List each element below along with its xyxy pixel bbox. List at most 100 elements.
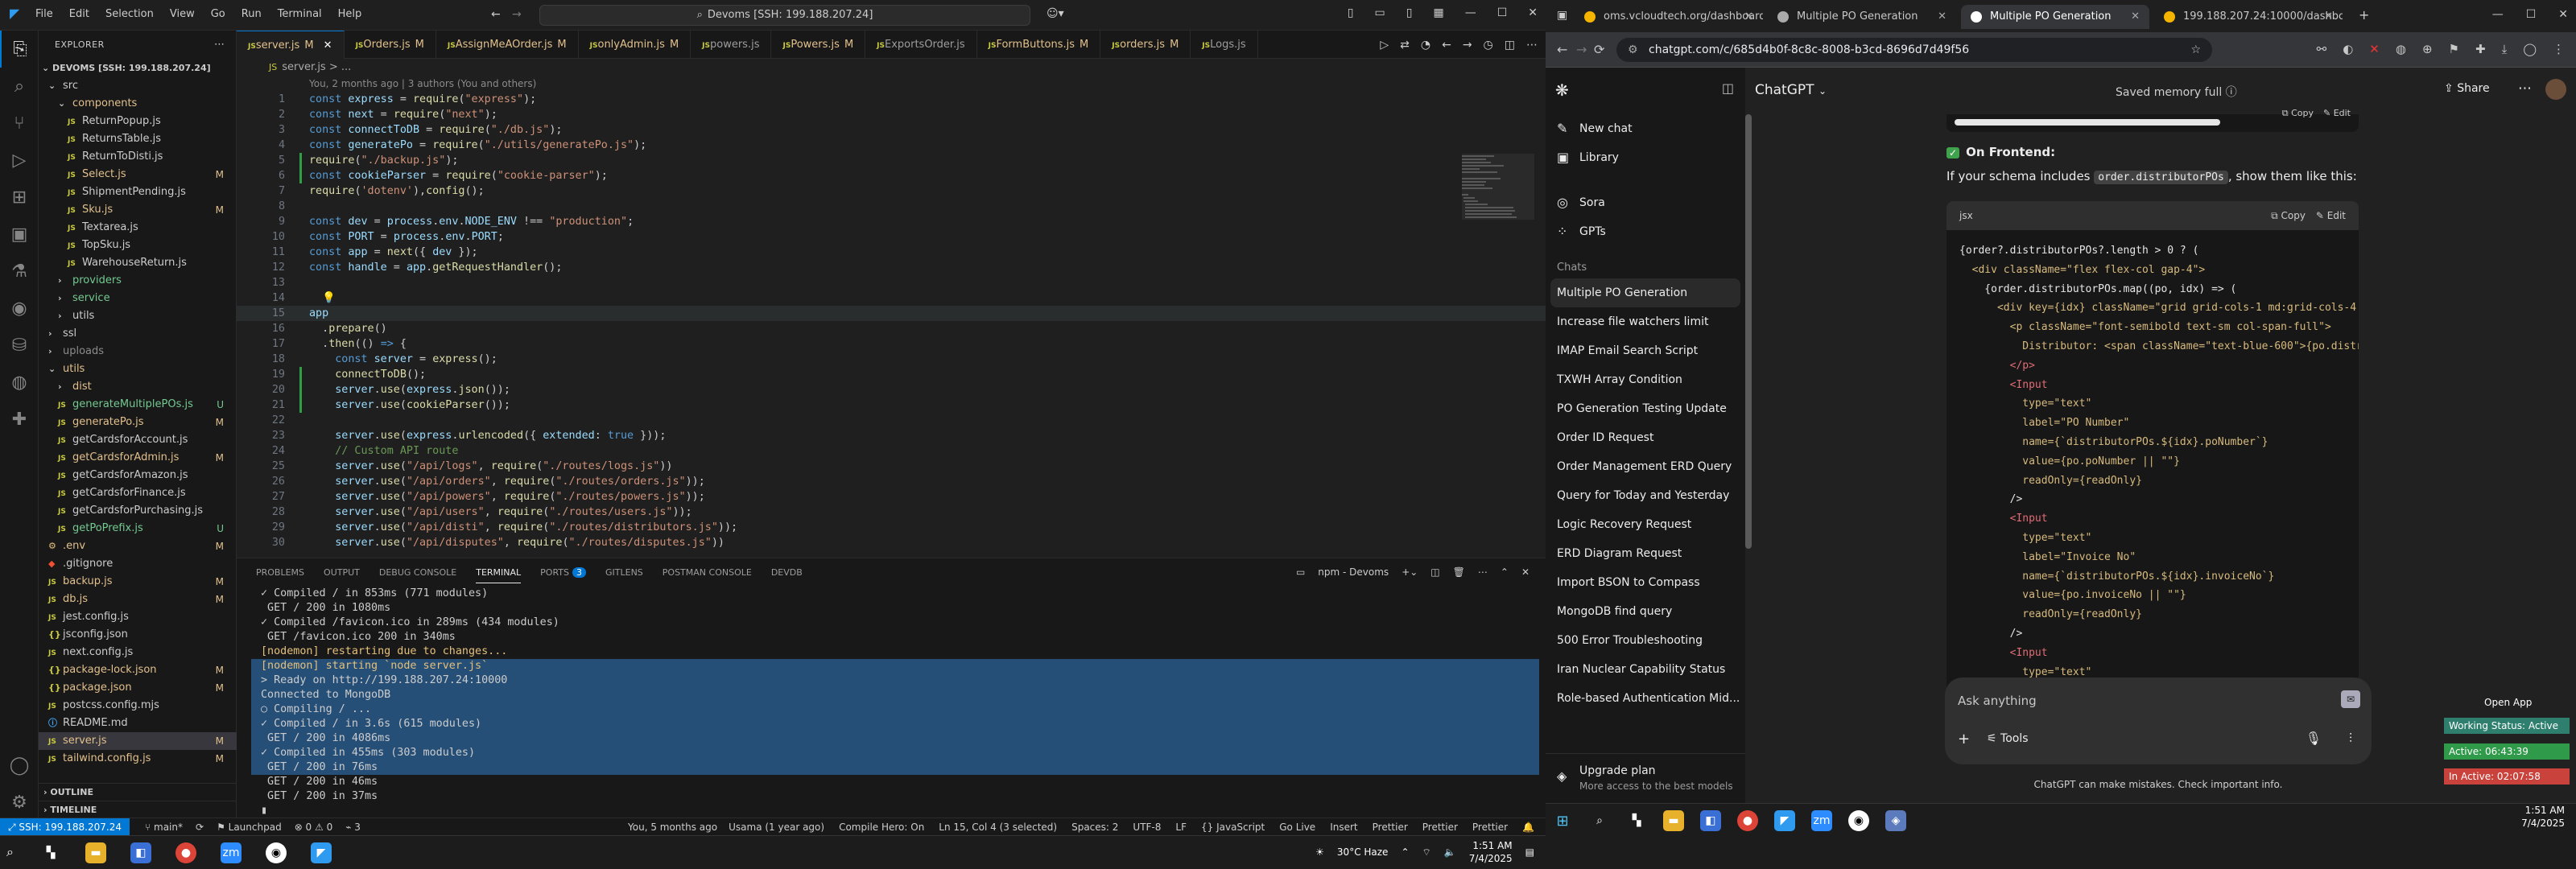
- nav-gpts[interactable]: ⁘ GPTs: [1546, 217, 1745, 246]
- extension-icon-6[interactable]: ⚑: [2449, 42, 2459, 56]
- tree-item[interactable]: JS generateMultiplePOs.js U: [39, 396, 237, 414]
- chat-history-item[interactable]: MongoDB find query: [1546, 597, 1745, 626]
- extension-icon-4[interactable]: ◍: [2396, 42, 2406, 56]
- url-field[interactable]: ⚙ chatgpt.com/c/685d4b0f-8c8c-8008-b3cd-8…: [1616, 38, 2212, 62]
- vscode-taskbar-icon[interactable]: ◤: [1774, 810, 1795, 831]
- eol[interactable]: LF: [1175, 822, 1187, 833]
- chat-history-item[interactable]: Increase file watchers limit: [1546, 307, 1745, 336]
- tools-button[interactable]: ⚟ Tools: [1987, 732, 2029, 745]
- maximize-icon[interactable]: ☐: [1497, 6, 1508, 19]
- tree-item[interactable]: JS next.config.js: [39, 644, 237, 661]
- site-info-icon[interactable]: ⚙: [1628, 38, 1638, 62]
- run-debug-icon[interactable]: ▷: [0, 142, 39, 179]
- minimap[interactable]: [1462, 154, 1534, 274]
- author-status[interactable]: Usama (1 year ago): [729, 822, 824, 833]
- volume-icon[interactable]: 🔈: [1444, 846, 1456, 858]
- forward-icon[interactable]: →: [1576, 42, 1587, 57]
- tree-item[interactable]: JS Select.js M: [39, 166, 237, 183]
- open-app-button[interactable]: Open App: [2484, 697, 2532, 708]
- menu-help[interactable]: Help: [338, 8, 362, 20]
- new-tab-icon[interactable]: +: [2359, 9, 2369, 22]
- tab-powers-js[interactable]: JS powers.js: [691, 31, 772, 59]
- outline-section[interactable]: › OUTLINE: [39, 783, 237, 801]
- command-center[interactable]: ⌕ Devoms [SSH: 199.188.207.24]: [539, 5, 1030, 26]
- go-live-button[interactable]: Go Live: [1279, 822, 1315, 833]
- launchpad-item[interactable]: ⚑ Launchpad: [217, 822, 282, 833]
- tree-item[interactable]: JS db.js M: [39, 591, 237, 608]
- panel-tab-problems[interactable]: PROBLEMS: [256, 567, 304, 578]
- weather-text[interactable]: 30°C Haze: [1337, 846, 1389, 858]
- explorer-icon[interactable]: ⎘: [0, 31, 39, 68]
- close-sidebar-icon[interactable]: ◫: [1722, 82, 1734, 95]
- blame-status[interactable]: You, 5 months ago: [628, 822, 717, 833]
- panel-tab-terminal[interactable]: TERMINAL: [476, 562, 522, 583]
- split-editor-icon[interactable]: ◫: [1505, 39, 1515, 51]
- close-tab-icon[interactable]: ✕: [1938, 5, 1946, 29]
- extensions-puzzle-icon[interactable]: ✚: [2475, 42, 2486, 56]
- tree-item[interactable]: JS getPoPrefix.js U: [39, 520, 237, 537]
- zoom-icon[interactable]: zm: [1811, 810, 1832, 831]
- tree-item[interactable]: JS generatePo.js M: [39, 414, 237, 431]
- browser-tab[interactable]: oms.vcloudtech.org/dashboard ✕: [1575, 5, 1763, 29]
- tree-item[interactable]: ⌄ components: [39, 95, 237, 113]
- tree-item[interactable]: JS backup.js M: [39, 573, 237, 591]
- composer-extension-icon[interactable]: ✉: [2341, 690, 2360, 708]
- tree-item[interactable]: ⓘ README.md: [39, 715, 237, 732]
- back-icon[interactable]: ←: [1442, 39, 1451, 51]
- panel-tab-devdb[interactable]: DEVDB: [771, 567, 803, 578]
- source-control-icon[interactable]: ⑂: [0, 105, 39, 142]
- menu-terminal[interactable]: Terminal: [278, 8, 322, 20]
- nav-library[interactable]: ▣ Library: [1546, 143, 1745, 172]
- forward-icon[interactable]: →: [1463, 39, 1472, 51]
- profile-icon[interactable]: ◯: [2523, 42, 2537, 56]
- panel-tab-output[interactable]: OUTPUT: [324, 567, 360, 578]
- more-icon[interactable]: ⋯: [1478, 566, 1488, 578]
- tree-item[interactable]: JS postcss.config.mjs: [39, 697, 237, 715]
- tree-item[interactable]: JS server.js M: [39, 732, 237, 750]
- bookmark-star-icon[interactable]: ☆: [2190, 38, 2201, 62]
- tree-item[interactable]: JS getCardsforAdmin.js M: [39, 449, 237, 467]
- panel-tab-debug-console[interactable]: DEBUG CONSOLE: [379, 567, 456, 578]
- breadcrumb[interactable]: JS server.js > ...: [237, 59, 1546, 76]
- tree-item[interactable]: ◆ .gitignore: [39, 555, 237, 573]
- chat-history-item[interactable]: Query for Today and Yesterday: [1546, 481, 1745, 510]
- testing-icon[interactable]: ⚗: [0, 253, 39, 290]
- tree-item[interactable]: JS ReturnPopup.js: [39, 113, 237, 130]
- reload-icon[interactable]: ⟳: [1594, 42, 1604, 57]
- chrome-icon[interactable]: ●: [1737, 810, 1758, 831]
- panel-tab-postman-console[interactable]: POSTMAN CONSOLE: [663, 567, 752, 578]
- chat-history-item[interactable]: Order Management ERD Query: [1546, 452, 1745, 481]
- copilot-icon[interactable]: ☺▾: [1046, 8, 1064, 19]
- language-mode[interactable]: {} JavaScript: [1201, 822, 1265, 833]
- memory-status[interactable]: Saved memory full ⓘ: [2116, 84, 2237, 100]
- tree-item[interactable]: {} package.json M: [39, 679, 237, 697]
- store-icon[interactable]: ◧: [130, 842, 151, 863]
- vscode-taskbar-icon[interactable]: ◤: [311, 842, 332, 863]
- file-explorer-icon[interactable]: ▬: [85, 842, 106, 863]
- share-button[interactable]: ⇪ Share: [2444, 82, 2490, 95]
- more-options-icon[interactable]: ⋯: [2518, 80, 2532, 97]
- tab-server-js[interactable]: JS server.js M ✕: [237, 31, 345, 59]
- edit-button-top[interactable]: ✎ Edit: [2323, 108, 2351, 118]
- browser-tab[interactable]: Multiple PO Generation ✕: [1768, 5, 1956, 29]
- layout-secondary-icon[interactable]: ▯: [1406, 6, 1413, 19]
- prettier-status[interactable]: Prettier: [1373, 822, 1408, 833]
- task-view-icon[interactable]: ▚: [1626, 810, 1647, 831]
- diff-icon[interactable]: ⇄: [1400, 39, 1410, 51]
- menu-edit[interactable]: Edit: [69, 8, 89, 20]
- close-tab-icon[interactable]: ✕: [2324, 5, 2333, 29]
- edit-button[interactable]: ✎ Edit: [2316, 201, 2346, 230]
- close-icon[interactable]: ✕: [2558, 8, 2568, 21]
- tree-item[interactable]: › utils: [39, 307, 237, 325]
- indentation[interactable]: Spaces: 2: [1071, 822, 1118, 833]
- store-icon[interactable]: ◧: [1700, 810, 1721, 831]
- minimize-icon[interactable]: —: [1465, 6, 1476, 19]
- sync-icon[interactable]: ⟳: [196, 822, 204, 833]
- menu-view[interactable]: View: [170, 8, 195, 20]
- tree-item[interactable]: JS getCardsforFinance.js: [39, 484, 237, 502]
- clock[interactable]: 1:51 AM 7/4/2025: [1469, 839, 1513, 865]
- gitlens-icon[interactable]: ◉: [0, 290, 39, 327]
- copy-button[interactable]: ⧉ Copy: [2271, 201, 2306, 230]
- chat-history-item[interactable]: Order ID Request: [1546, 423, 1745, 452]
- user-avatar[interactable]: [2545, 79, 2566, 100]
